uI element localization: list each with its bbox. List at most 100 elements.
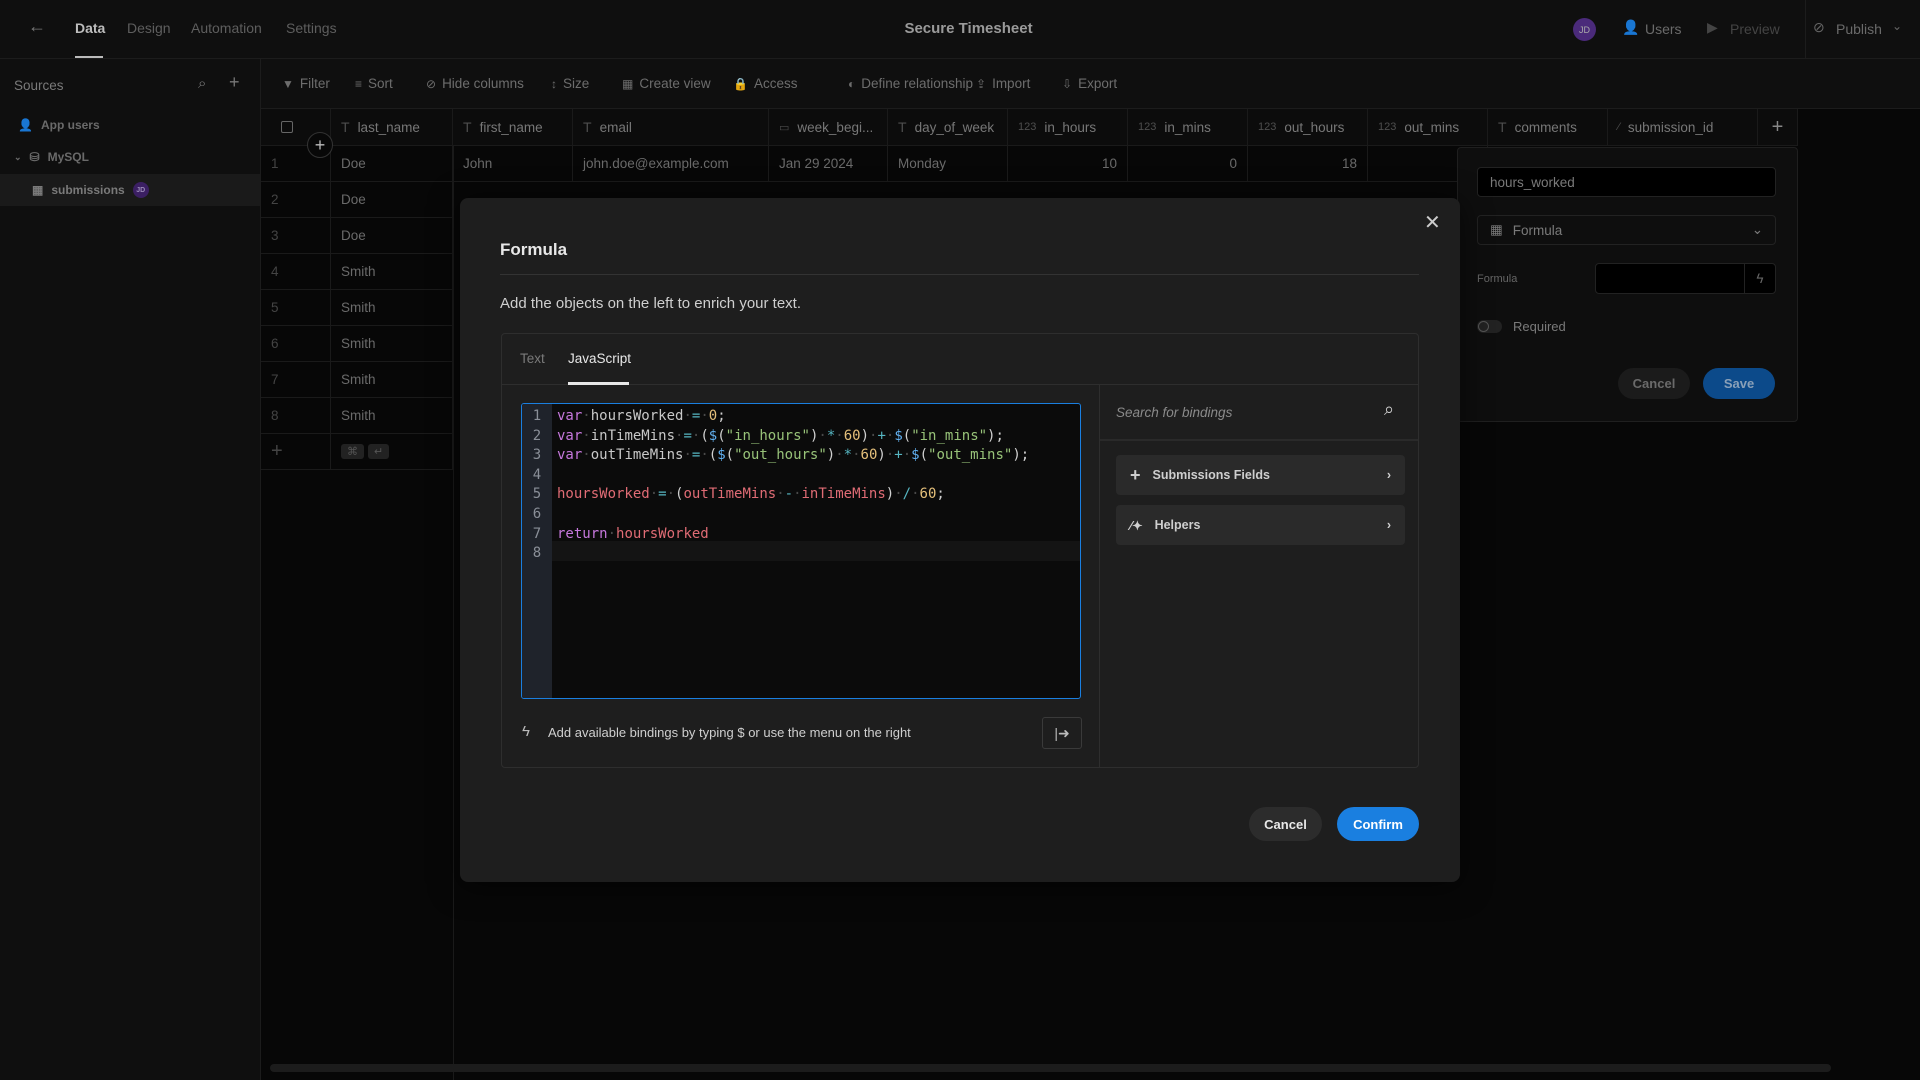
cancel-button[interactable]: Cancel [1618,368,1690,399]
table-cell[interactable]: Smith [331,290,453,326]
add-source-icon[interactable]: + [229,72,240,93]
text-type-icon: T [1498,119,1507,135]
row-number: 4 [261,254,331,290]
column-header-last_name[interactable]: Tlast_name [331,109,453,146]
column-header-comments[interactable]: Tcomments [1488,109,1608,146]
line-content: var·hoursWorked·=·0; [552,407,726,427]
filter-icon: ▼ [282,76,294,91]
chevron-down-icon[interactable]: ⌄ [1892,19,1902,33]
column-header-email[interactable]: Temail [573,109,769,146]
table-cell[interactable]: 18 [1248,146,1368,182]
table-cell[interactable]: john.doe@example.com [573,146,769,182]
search-icon[interactable]: ⌕ [198,75,206,92]
toolbar-label: Filter [299,76,330,91]
add-row-button[interactable]: + [261,434,331,470]
toolbar-label: Access [753,76,798,91]
lightning-icon[interactable]: ϟ [1744,264,1775,293]
code-token: ) [860,427,869,444]
binding-group-submissions-fields[interactable]: + Submissions Fields › [1116,455,1405,495]
preview-button[interactable]: Preview [1730,21,1780,37]
chevron-right-icon: › [1386,468,1391,482]
table-cell[interactable]: Jan 29 2024 [769,146,888,182]
publish-button[interactable]: Publish [1836,21,1882,37]
table-cell[interactable]: Doe [331,146,453,182]
avatar[interactable]: JD [1573,18,1596,41]
table-cell[interactable]: Monday [888,146,1008,182]
select-all-checkbox[interactable] [281,121,293,133]
line-number: 8 [532,545,542,562]
tab-javascript[interactable]: JavaScript [568,351,631,366]
cancel-button[interactable]: Cancel [1249,807,1322,841]
toolbar-sort-button[interactable]: ≡ Sort [355,76,393,91]
code-token: 60 [919,486,937,503]
save-button[interactable]: Save [1703,368,1775,399]
add-column-button[interactable]: + [1758,109,1798,146]
number-type-icon: 123 [1018,121,1037,133]
chevron-down-icon[interactable]: ⌄ [14,152,22,163]
sidebar-item-mysql[interactable]: ⌄ ⛁ MySQL [14,150,89,164]
table-cell[interactable]: Smith [331,254,453,290]
table-cell[interactable]: Smith [331,398,453,434]
code-token: $ [717,447,726,464]
toolbar-access-button[interactable]: 🔒 Access [733,76,797,91]
code-token: · [835,427,844,444]
column-header-submission_id[interactable]: ⁄ submission_id [1608,109,1758,146]
code-token: inTimeMins [590,427,676,444]
confirm-button[interactable]: Confirm [1337,807,1419,841]
code-token: * [843,447,853,464]
required-toggle[interactable] [1477,320,1502,333]
sidebar-item-app-users[interactable]: 👤 App users [18,118,100,132]
code-token: $ [894,427,903,444]
column-name: comments [1514,119,1577,135]
number-type-icon: 123 [1258,121,1277,133]
insert-column-plus-icon[interactable]: + [307,132,333,158]
search-icon[interactable]: ⌕ [1384,399,1394,420]
table-cell[interactable]: Doe [331,218,453,254]
close-icon[interactable]: ✕ [1424,210,1441,235]
code-line: 7 return·hoursWorked [522,525,1029,545]
column-header-in_hours[interactable]: 123 in_hours [1008,109,1128,146]
code-line: 6 [522,505,1029,525]
toolbar-filter-button[interactable]: ▼ Filter [282,76,330,91]
line-content: var·inTimeMins·=·($("in_hours")·*·60)·+·… [552,427,1004,447]
formula-input[interactable]: ϟ [1595,263,1776,294]
column-edit-panel: hours_worked ▦ Formula ⌄ Formula ϟ Requir… [1457,147,1798,422]
column-header-out_mins[interactable]: 123 out_mins [1368,109,1488,146]
column-header-in_mins[interactable]: 123 in_mins [1128,109,1248,146]
insert-binding-button[interactable]: |➜ [1042,717,1082,749]
table-cell[interactable]: 10 [1008,146,1128,182]
code-token: ) [877,447,886,464]
column-header-day_of_week[interactable]: Tday_of_week [888,109,1008,146]
users-button[interactable]: Users [1645,21,1682,37]
toolbar-hide-columns-button[interactable]: ⊘ Hide columns [426,76,524,91]
toolbar-import-button[interactable]: ⇪ Import [976,76,1030,91]
table-cell[interactable]: John [453,146,573,182]
table-cell[interactable]: Smith [331,362,453,398]
column-header-first_name[interactable]: Tfirst_name [453,109,573,146]
bindings-search[interactable]: Search for bindings ⌕ [1100,385,1418,441]
editor-tabs: Text JavaScript [502,334,1418,385]
table-cell[interactable]: 0 [1128,146,1248,182]
column-name-input[interactable]: hours_worked [1477,167,1776,197]
toolbar-size-button[interactable]: ↕ Size [551,76,589,91]
column-type-select[interactable]: ▦ Formula ⌄ [1477,215,1776,245]
line-content [552,466,557,486]
search-bindings-input[interactable]: Search for bindings [1116,405,1232,420]
toolbar-define-relationship-button[interactable]: ◐ Define relationship [848,76,973,91]
column-header-week_begi[interactable]: ▭ week_begi... [769,109,888,146]
column-header-out_hours[interactable]: 123 out_hours [1248,109,1368,146]
divider [500,274,1419,275]
code-editor[interactable]: 1 var·hoursWorked·=·0; 2 var·inTimeMins·=·(… [521,403,1081,699]
table-cell[interactable]: Smith [331,326,453,362]
table-cell[interactable]: Doe [331,182,453,218]
binding-group-helpers[interactable]: ⁄✦ Helpers › [1116,505,1405,545]
row-number: 3 [261,218,331,254]
toolbar-label: Create view [639,76,711,91]
horizontal-scrollbar[interactable] [270,1064,1831,1072]
text-type-icon: T [583,119,592,135]
toolbar-create-view-button[interactable]: ▦ Create view [622,76,711,91]
toolbar-export-button[interactable]: ⇩ Export [1062,76,1117,91]
publish-icon: ⊘ [1813,19,1825,35]
sidebar-item-submissions[interactable]: ▦ submissions JD [0,174,260,206]
tab-text[interactable]: Text [520,351,545,366]
